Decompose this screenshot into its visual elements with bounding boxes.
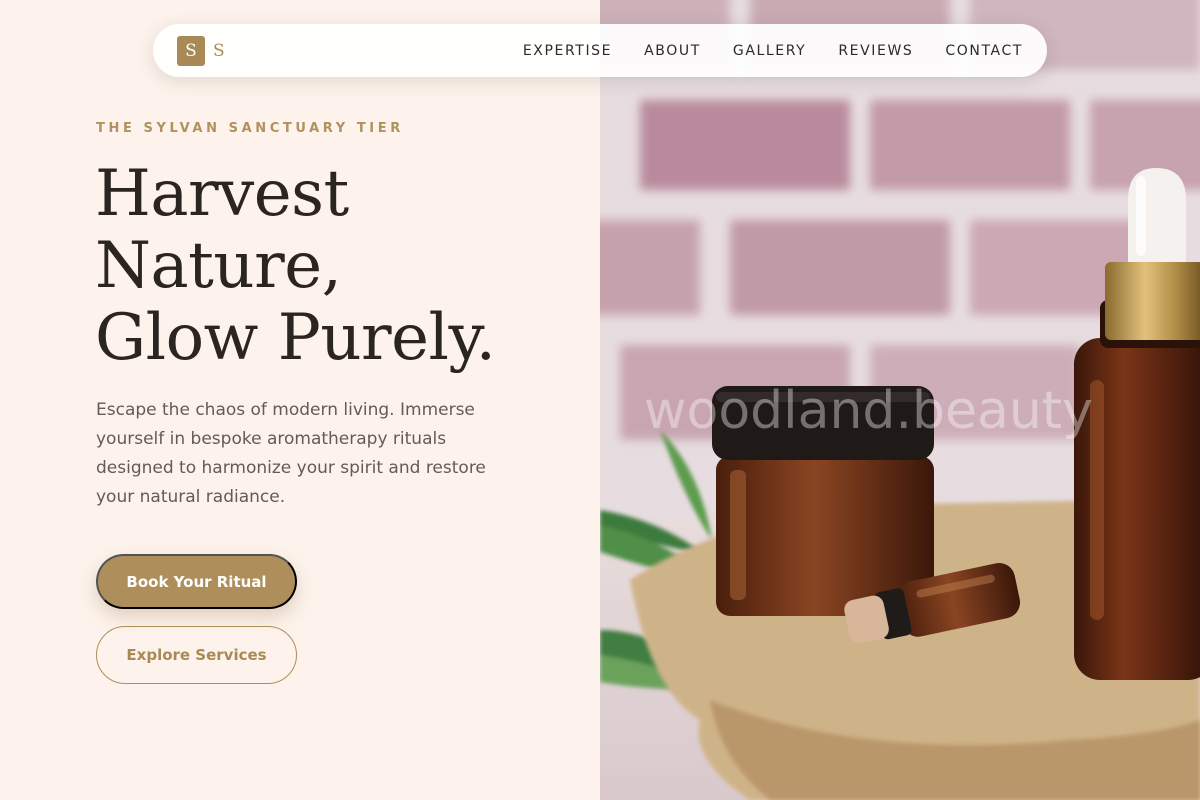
nav-link-about[interactable]: ABOUT — [644, 43, 701, 59]
image-watermark: woodland.beauty — [644, 381, 1093, 441]
hero-photo: woodland.beauty — [600, 0, 1200, 800]
headline-line-3: Glow Purely. — [95, 301, 496, 375]
explore-services-button[interactable]: Explore Services — [96, 626, 297, 684]
nav-link-reviews[interactable]: REVIEWS — [838, 43, 913, 59]
brand-logo[interactable]: S S — [177, 35, 225, 66]
book-ritual-button[interactable]: Book Your Ritual — [96, 554, 297, 609]
hero-headline: Harvest Nature, Glow Purely. — [95, 158, 575, 374]
hero-intro: Escape the chaos of modern living. Immer… — [96, 400, 486, 507]
nav-link-expertise[interactable]: EXPERTISE — [523, 43, 612, 59]
aromatherapy-bottles-illustration: woodland.beauty — [600, 0, 1200, 800]
logo-mark: S — [177, 35, 205, 66]
headline-line-1: Harvest — [95, 157, 349, 231]
main-navigation: S S EXPERTISE ABOUT GALLERY REVIEWS CONT… — [153, 24, 1047, 77]
hero-eyebrow: THE SYLVAN SANCTUARY TIER — [96, 121, 404, 136]
logo-text: S — [213, 40, 225, 61]
headline-line-2: Nature, — [95, 229, 342, 303]
nav-links: EXPERTISE ABOUT GALLERY REVIEWS CONTACT — [523, 43, 1023, 59]
nav-link-contact[interactable]: CONTACT — [945, 43, 1023, 59]
nav-link-gallery[interactable]: GALLERY — [733, 43, 806, 59]
